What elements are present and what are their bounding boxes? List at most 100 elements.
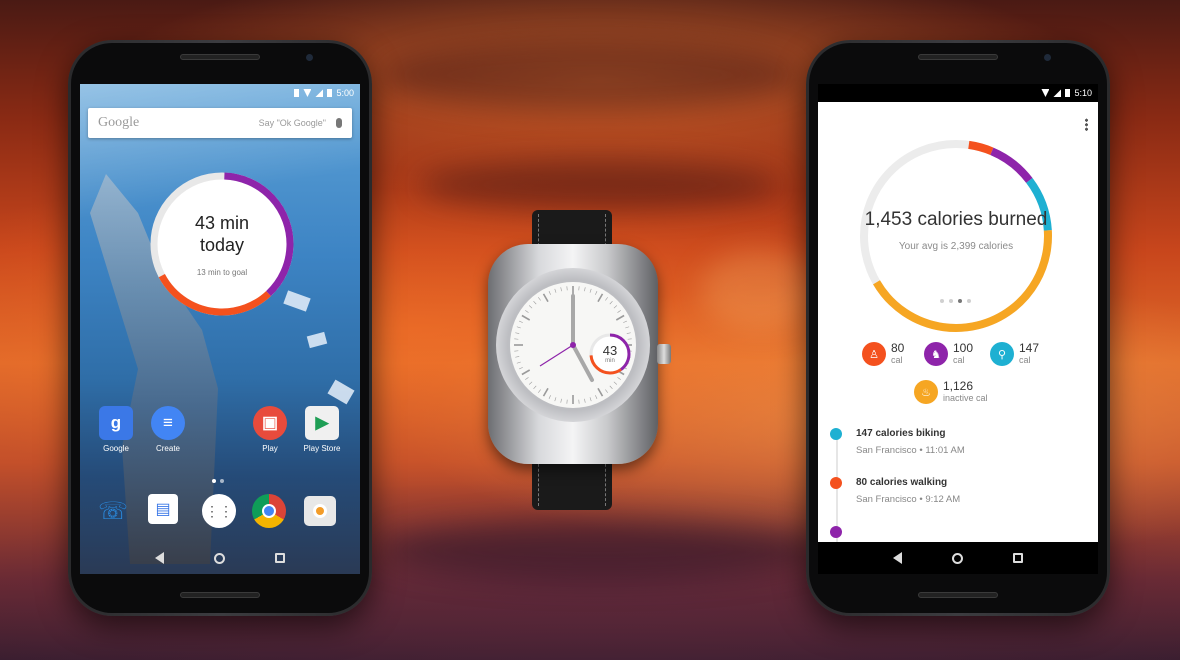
app-create[interactable]: ≡ Create	[142, 406, 194, 453]
recents-icon[interactable]	[1013, 553, 1023, 563]
watch-crown[interactable]	[657, 344, 671, 364]
home-icon[interactable]	[214, 552, 225, 564]
minute-tick	[613, 305, 618, 309]
google-search-icon: g	[99, 406, 133, 440]
minute-tick	[533, 385, 537, 390]
minute-tick	[538, 389, 541, 393]
minute-tick	[560, 287, 562, 292]
running-dot	[830, 526, 842, 538]
app-google[interactable]: g Google	[90, 406, 142, 453]
minute-tick	[533, 300, 537, 305]
status-time: 5:00	[336, 88, 354, 98]
bluetooth-icon	[294, 89, 300, 97]
hour-tick	[521, 314, 531, 321]
minute-tick	[584, 398, 586, 403]
google-logo: Google	[98, 115, 140, 130]
overflow-menu-icon[interactable]	[1085, 118, 1088, 131]
back-icon[interactable]	[893, 552, 902, 564]
stat-inactive: ♨ 1,126 inactive cal	[914, 380, 988, 404]
minute-tick	[589, 397, 592, 402]
mic-icon[interactable]	[336, 118, 342, 128]
chrome-icon[interactable]	[252, 494, 286, 528]
right-phone: 5:10 1,453 calories burned Your avg is 2…	[806, 40, 1110, 616]
minute-tick	[548, 290, 551, 295]
hour-tick	[597, 387, 604, 397]
minute-tick	[516, 326, 521, 329]
minute-tick	[609, 385, 613, 390]
minute-tick	[625, 326, 630, 329]
minute-tick	[554, 397, 557, 402]
minute-tick	[605, 389, 608, 393]
signal-icon	[315, 89, 324, 97]
home-icon[interactable]	[952, 552, 963, 564]
camera-icon[interactable]	[304, 496, 336, 526]
hour-tick	[542, 293, 549, 303]
minute-tick	[548, 395, 551, 400]
minute-tick	[589, 288, 592, 293]
walking-icon: ♙	[862, 342, 886, 366]
hour-tick	[597, 293, 604, 303]
watch-minutes: 43	[602, 343, 618, 358]
minute-tick	[560, 398, 562, 403]
calories-title: 1,453 calories burned	[864, 209, 1048, 230]
nav-bar	[818, 542, 1098, 574]
biking-dot	[830, 428, 842, 440]
app-play[interactable]: ▣ Play	[244, 406, 296, 453]
google-search-bar[interactable]: Google Say "Ok Google"	[88, 108, 352, 138]
walking-dot	[830, 477, 842, 489]
minute-tick	[623, 320, 628, 323]
docs-icon: ≡	[151, 406, 185, 440]
minute-tick	[613, 381, 618, 385]
minute-tick	[595, 395, 598, 400]
app-play-store[interactable]: ▶ Play Store	[296, 406, 348, 453]
nav-bar	[80, 542, 360, 574]
minute-tick	[595, 290, 598, 295]
minute-tick	[617, 310, 621, 313]
minute-tick	[515, 356, 520, 358]
minute-tick	[528, 305, 533, 309]
stat-running: ♞ 100 cal	[924, 342, 973, 366]
calories-ring[interactable]: 1,453 calories burned Your avg is 2,399 …	[856, 136, 1056, 336]
recents-icon[interactable]	[275, 553, 285, 563]
status-time: 5:10	[1074, 88, 1092, 98]
watch-complication: 43 min	[587, 331, 633, 377]
right-phone-screen: 5:10 1,453 calories burned Your avg is 2…	[818, 84, 1098, 574]
stat-biking: ⚲ 147 cal	[990, 342, 1039, 366]
second-hand	[539, 344, 574, 367]
flame-icon: ♨	[914, 380, 938, 404]
hour-tick	[542, 387, 549, 397]
minute-tick	[538, 297, 541, 301]
wifi-icon	[1041, 89, 1050, 97]
fit-app: 1,453 calories burned Your avg is 2,399 …	[818, 102, 1098, 542]
calories-average: Your avg is 2,399 calories	[898, 241, 1014, 252]
minute-tick	[554, 288, 557, 293]
minute-tick	[609, 300, 613, 305]
phone-icon[interactable]: ☏	[96, 494, 130, 528]
stat-walking: ♙ 80 cal	[862, 342, 904, 366]
hour-tick	[615, 314, 625, 321]
signal-icon	[1053, 89, 1062, 97]
biking-icon: ⚲	[990, 342, 1014, 366]
hour-tick	[521, 369, 531, 376]
minute-tick	[617, 377, 621, 380]
wifi-icon	[303, 89, 312, 97]
status-bar: 5:10	[818, 84, 1098, 102]
ring-pager	[940, 299, 971, 303]
left-phone: 5:00 Google Say "Ok Google" 43 min today…	[68, 40, 372, 616]
progress-ring	[150, 172, 294, 316]
left-phone-screen: 5:00 Google Say "Ok Google" 43 min today…	[80, 84, 360, 574]
play-store-icon: ▶	[305, 406, 339, 440]
fit-widget[interactable]: 43 min today 13 min to goal	[150, 172, 294, 316]
app-drawer-icon[interactable]: ⋮⋮	[202, 494, 236, 528]
minute-tick	[584, 287, 586, 292]
minute-tick	[516, 361, 521, 364]
status-bar: 5:00	[80, 84, 360, 102]
running-icon: ♞	[924, 342, 948, 366]
back-icon[interactable]	[155, 552, 164, 564]
messenger-icon[interactable]: ▤	[148, 494, 178, 524]
minute-tick	[528, 381, 533, 385]
search-hint: Say "Ok Google"	[258, 118, 326, 128]
battery-icon	[1065, 89, 1071, 97]
minute-tick	[515, 332, 520, 334]
page-indicator	[212, 479, 224, 483]
